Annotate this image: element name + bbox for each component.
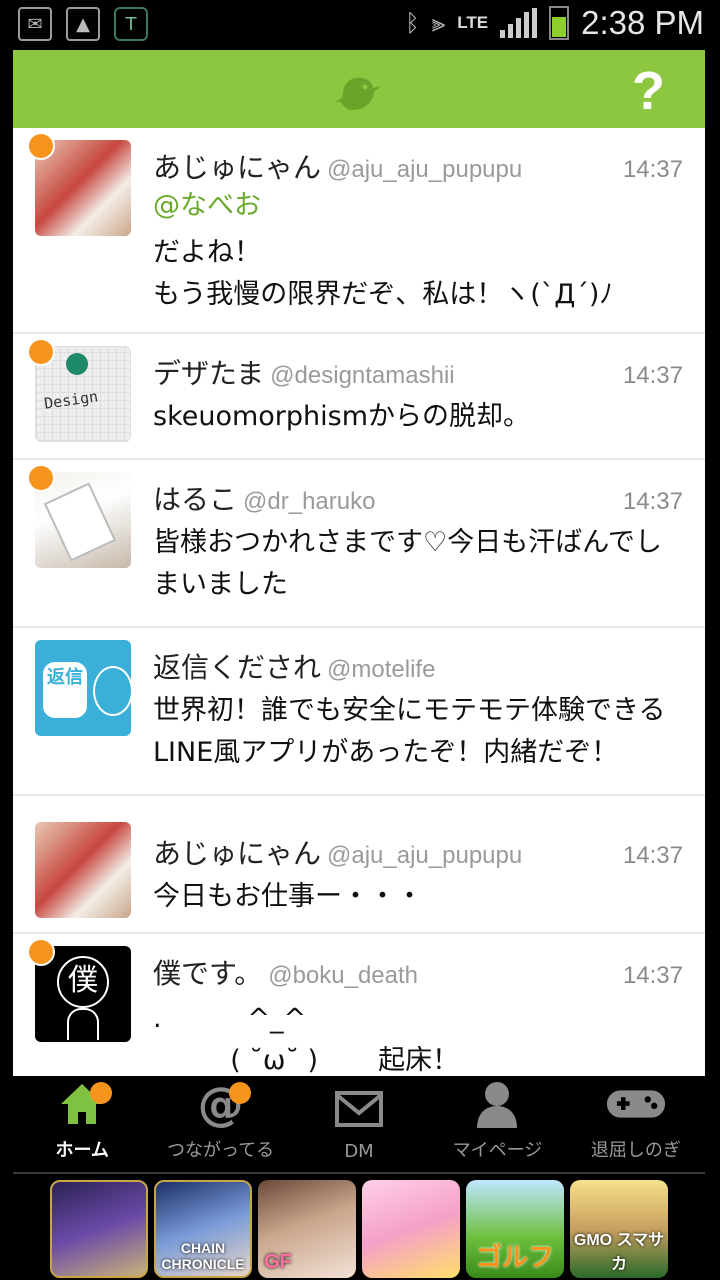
app-window: ? あじゅにゃん @aju_aju_pupupu 14:37 @なべお だよね！…	[13, 50, 705, 1076]
game-ad-doll-icon[interactable]	[362, 1180, 460, 1278]
game-ad-golf-icon[interactable]: ゴルフ	[466, 1180, 564, 1278]
bluetooth-icon: ᛒ	[405, 9, 420, 37]
gallery-icon: ▲	[66, 7, 100, 41]
post-mention[interactable]: @なべお	[153, 186, 683, 226]
post-author[interactable]: あじゅにゃん	[153, 832, 321, 872]
vibrate-icon: ⫸	[431, 9, 446, 37]
game-ad-warrior-icon[interactable]	[50, 1180, 148, 1278]
ad-label: GF	[264, 1251, 292, 1273]
post-item[interactable]: 僕 僕です。 @boku_death 14:37 . ^_^ ( ˘ω˘ ) 起…	[13, 934, 705, 1076]
post-item[interactable]: あじゅにゃん @aju_aju_pupupu 14:37 @なべお だよね！ も…	[13, 128, 705, 334]
clock: 2:38 PM	[581, 4, 704, 41]
post-item[interactable]: 返信 返信くだされ @motelife 世界初！誰でも安全にモテモテ体験できるL…	[13, 628, 705, 796]
tab-label: DM	[344, 1141, 374, 1162]
signal-icon	[500, 8, 538, 38]
post-text: . ^_^ ( ˘ω˘ ) 起床！	[153, 1003, 460, 1076]
post-handle[interactable]: @boku_death	[268, 962, 418, 990]
ad-label: ゴルフ	[475, 1242, 554, 1272]
tab-games[interactable]: 退屈しのぎ	[567, 1076, 705, 1172]
post-handle[interactable]: @aju_aju_pupupu	[327, 156, 522, 184]
avatar-label: 返信	[43, 662, 87, 718]
t-app-icon: T	[114, 7, 148, 41]
status-bar: ✉ ▲ T ᛒ ⫸ LTE 2:38 PM	[0, 0, 720, 50]
post-text: 皆様おつかれさまです♡今日も汗ばんでしまいました	[153, 527, 662, 600]
post-author[interactable]: あじゅにゃん	[153, 146, 321, 186]
help-button[interactable]: ?	[632, 60, 665, 122]
tab-home[interactable]: ホーム	[13, 1076, 151, 1172]
tab-dm[interactable]: DM	[290, 1076, 428, 1172]
ad-label: GMO スマサカ	[573, 1232, 665, 1273]
timeline[interactable]: あじゅにゃん @aju_aju_pupupu 14:37 @なべお だよね！ も…	[13, 128, 705, 1076]
post-handle[interactable]: @designtamashii	[270, 362, 454, 390]
avatar[interactable]	[35, 822, 131, 918]
post-text: 世界初！誰でも安全にモテモテ体験できるLINE風アプリがあったぞ！内緒だぞ！	[153, 695, 666, 768]
unread-dot	[27, 938, 55, 966]
unread-dot	[27, 132, 55, 160]
ad-banner-row: CHAIN CHRONICLE GF ゴルフ GMO スマサカ	[50, 1180, 668, 1278]
post-time: 14:37	[622, 156, 683, 183]
home-icon	[52, 1078, 113, 1130]
post-text: 今日もお仕事ー・・・	[153, 881, 423, 912]
mention-icon: @	[191, 1077, 251, 1131]
avatar[interactable]: 返信	[35, 640, 131, 736]
app-header: ?	[13, 50, 705, 128]
post-handle[interactable]: @motelife	[327, 656, 435, 684]
unread-dot	[27, 464, 55, 492]
game-ad-gf-icon[interactable]: GF	[258, 1180, 356, 1278]
post-author[interactable]: はるこ	[153, 478, 237, 518]
divider	[13, 1172, 705, 1174]
unread-dot	[27, 338, 55, 366]
post-time: 14:37	[622, 488, 683, 515]
tab-label: マイページ	[452, 1140, 543, 1161]
post-handle[interactable]: @dr_haruko	[243, 488, 375, 516]
badge-dot	[90, 1082, 113, 1104]
game-ad-chain-chronicle-icon[interactable]: CHAIN CHRONICLE	[154, 1180, 252, 1278]
post-text: だよね！ もう我慢の限界だぞ、私は！ヽ(`Д´)ﾉ	[153, 237, 613, 310]
post-time: 14:37	[622, 962, 683, 989]
tab-label: つながってる	[167, 1140, 275, 1161]
tab-mypage[interactable]: マイページ	[428, 1076, 566, 1172]
tab-label: ホーム	[55, 1140, 109, 1161]
mail-icon	[329, 1083, 389, 1135]
post-author[interactable]: 返信くだされ	[153, 646, 321, 686]
battery-icon	[549, 6, 570, 40]
avatar-label: 僕	[57, 956, 109, 1008]
person-icon	[467, 1078, 527, 1130]
tab-connections[interactable]: @ つながってる	[151, 1076, 289, 1172]
mail-icon: ✉	[18, 7, 52, 41]
post-time: 14:37	[622, 842, 683, 869]
ad-label: CHAIN CHRONICLE	[161, 1240, 245, 1272]
post-author[interactable]: デザたま	[153, 352, 264, 392]
game-ad-soccer-icon[interactable]: GMO スマサカ	[570, 1180, 668, 1278]
post-time: 14:37	[622, 362, 683, 389]
tab-label: 退屈しのぎ	[590, 1140, 681, 1161]
badge-dot	[228, 1082, 251, 1104]
post-item[interactable]: Design デザたま @designtamashii 14:37 skeuom…	[13, 334, 705, 460]
gamepad-icon	[606, 1078, 666, 1130]
post-item[interactable]: はるこ @dr_haruko 14:37 皆様おつかれさまです♡今日も汗ばんでし…	[13, 460, 705, 628]
post-item[interactable]: あじゅにゃん @aju_aju_pupupu 14:37 今日もお仕事ー・・・	[13, 796, 705, 934]
network-type: LTE	[457, 13, 489, 32]
post-text: skeuomorphismからの脱却。	[153, 401, 531, 432]
post-author[interactable]: 僕です。	[153, 952, 262, 992]
post-handle[interactable]: @aju_aju_pupupu	[327, 842, 522, 870]
bird-icon[interactable]	[335, 72, 381, 112]
tab-bar: ホーム @ つながってる DM マイページ 退屈しのぎ	[13, 1076, 705, 1172]
